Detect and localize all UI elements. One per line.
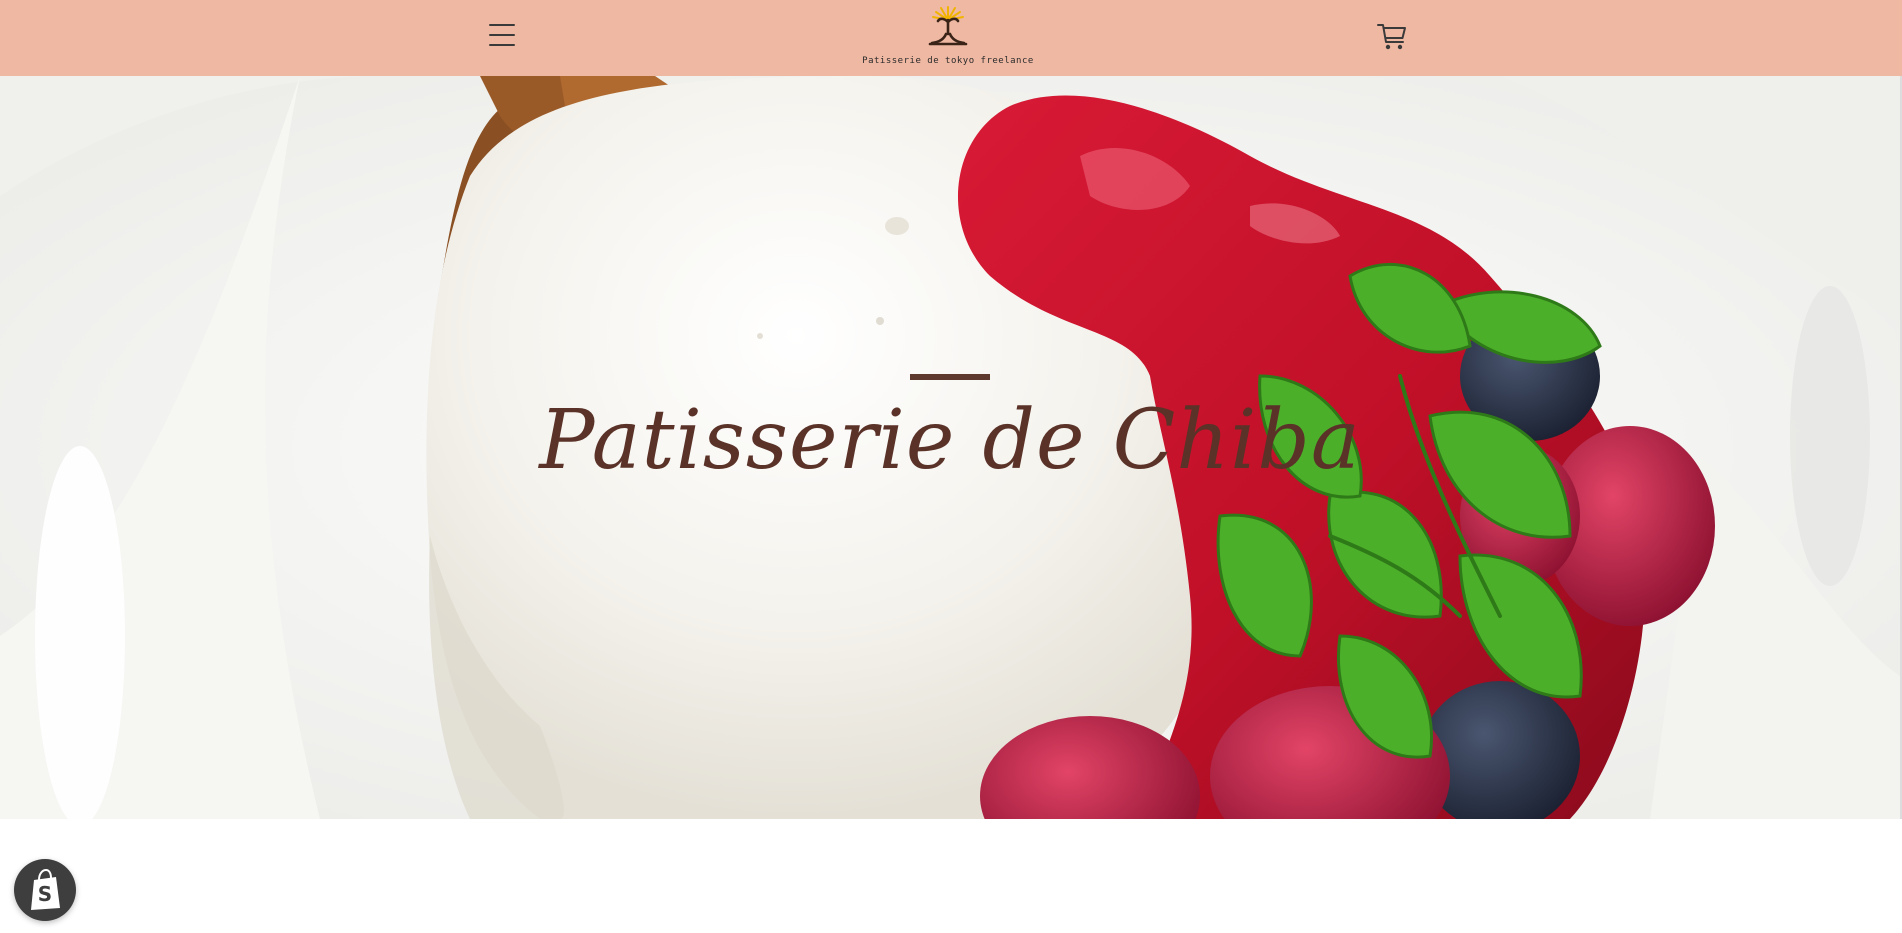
shopify-badge-button[interactable]: S — [14, 859, 76, 921]
shopify-letter: S — [38, 882, 52, 906]
hero-banner: Patisserie de Chiba — [0, 76, 1900, 819]
hero-title: Patisserie de Chiba — [539, 393, 1361, 488]
shopping-cart-icon[interactable] — [1376, 20, 1408, 52]
logo-text: Patisserie de tokyo freelance — [862, 56, 1034, 66]
hero-content: Patisserie de Chiba — [0, 374, 1900, 486]
site-header: Patisserie de tokyo freelance — [0, 0, 1902, 76]
hamburger-menu-icon — [489, 24, 515, 26]
shopify-bag-icon: S — [31, 868, 60, 910]
menu-button[interactable] — [489, 24, 515, 46]
hero-title-rule — [910, 374, 990, 380]
tree-logo-icon — [928, 6, 968, 46]
logo-link[interactable]: Patisserie de tokyo freelance — [858, 4, 1038, 72]
